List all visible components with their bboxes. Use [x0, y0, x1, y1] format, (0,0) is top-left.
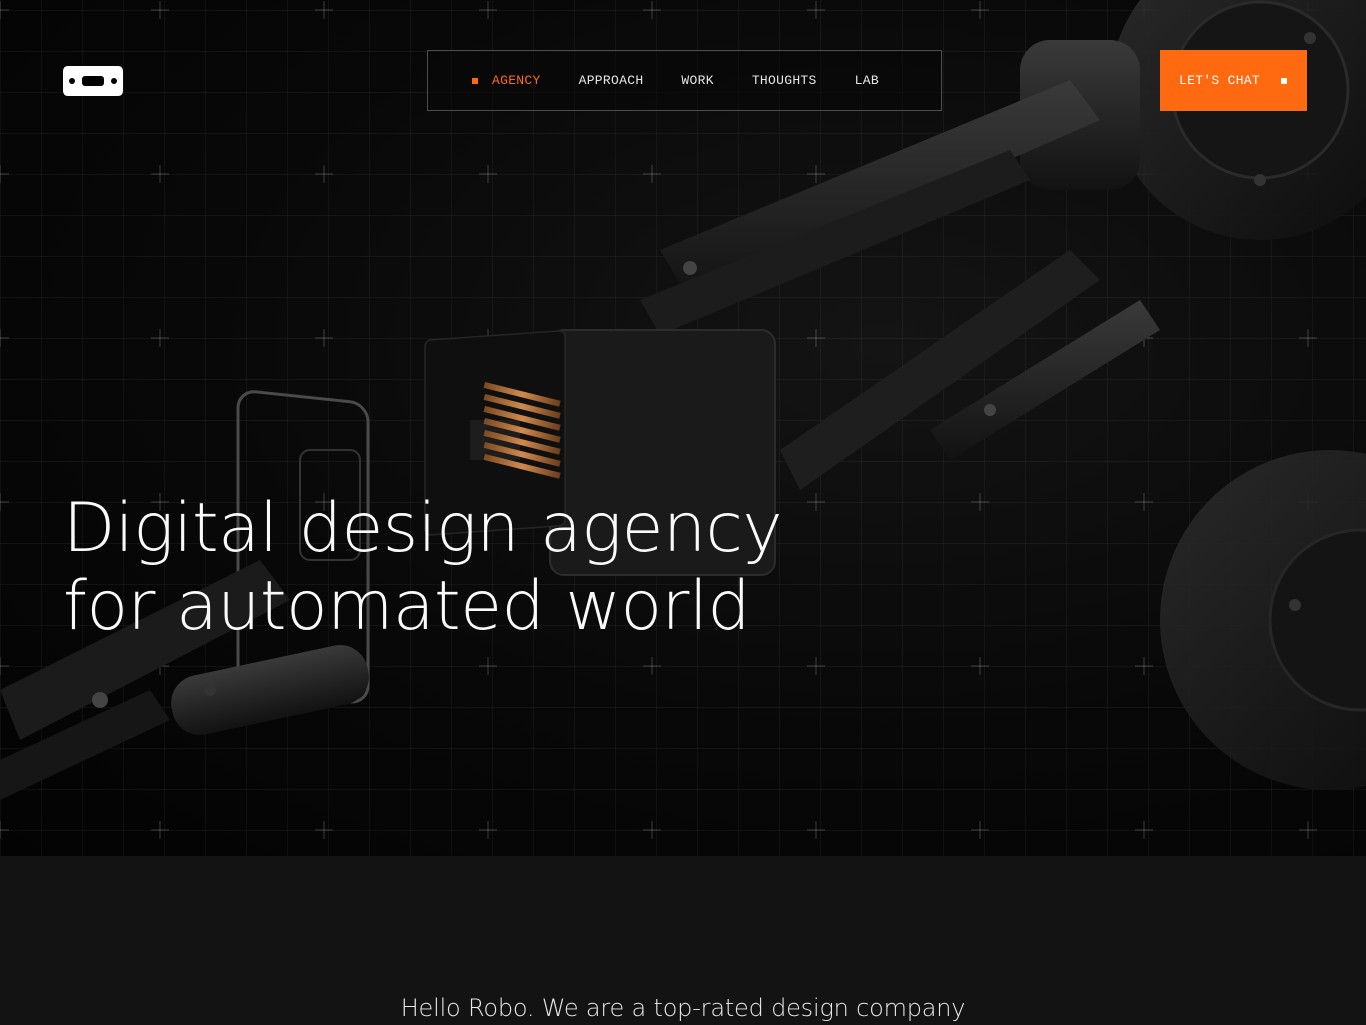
nav-item-label: THOUGHTS [751, 73, 817, 88]
nav-item-approach[interactable]: APPROACH [579, 73, 644, 88]
hero-section: AGENCY APPROACH WORK THOUGHTS LAB LET'S … [0, 0, 1366, 856]
active-indicator-icon [472, 77, 478, 84]
nav-item-label: AGENCY [492, 73, 541, 88]
nav-item-label: WORK [681, 73, 714, 88]
intro-text: Hello Robo. We are a top-rated design co… [400, 994, 966, 1022]
nav-item-thoughts[interactable]: THOUGHTS [752, 73, 817, 88]
nav-item-agency[interactable]: AGENCY [472, 73, 541, 88]
nav-item-lab[interactable]: LAB [855, 73, 879, 88]
main-navigation: AGENCY APPROACH WORK THOUGHTS LAB [427, 50, 942, 111]
square-icon [1281, 77, 1287, 84]
robot-arm-illustration [0, 0, 1366, 800]
nav-item-label: LAB [854, 73, 879, 88]
lets-chat-button[interactable]: LET'S CHAT [1160, 50, 1307, 111]
headline-line-2: for automated world [63, 567, 751, 646]
cta-label: LET'S CHAT [1179, 73, 1261, 88]
intro-section: Hello Robo. We are a top-rated design co… [0, 856, 1366, 1025]
hero-headline: Digital design agency for automated worl… [63, 490, 823, 646]
nav-item-label: APPROACH [578, 73, 644, 88]
robo-logo-icon[interactable] [62, 64, 124, 98]
headline-line-1: Digital design agency [63, 489, 783, 568]
nav-item-work[interactable]: WORK [681, 73, 713, 88]
